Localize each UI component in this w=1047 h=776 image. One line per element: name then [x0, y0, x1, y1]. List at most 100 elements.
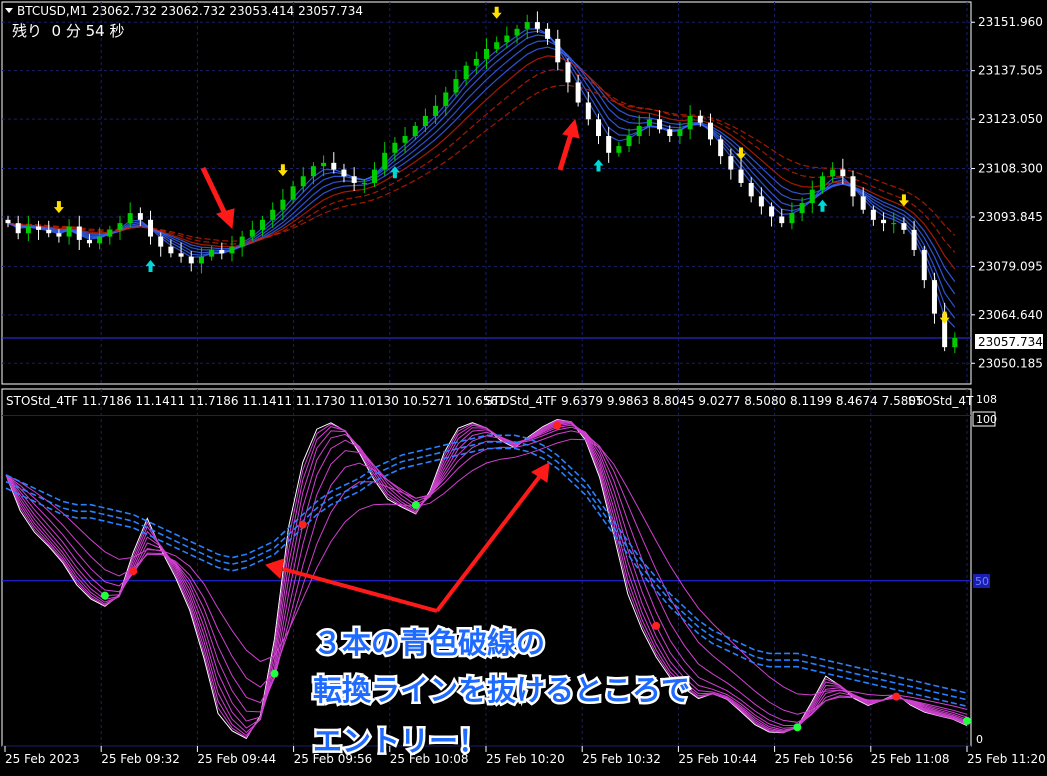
candle-body — [46, 229, 52, 234]
candle-body — [198, 256, 204, 264]
candle-body — [901, 223, 907, 230]
candle-body — [677, 129, 683, 137]
indicator-tick-0: 0 — [976, 733, 983, 746]
stoch-turn-dot — [411, 501, 420, 510]
candle-body — [545, 28, 551, 39]
candle-body — [310, 166, 316, 177]
candle-body — [667, 129, 673, 137]
price-tick-label: 23079.095 — [978, 259, 1043, 273]
candle-body — [15, 223, 21, 234]
candle-body — [239, 236, 245, 247]
candle-body — [891, 223, 897, 225]
price-tick-label: 23108.300 — [978, 162, 1043, 176]
time-tick-label: 25 Feb 11:08 — [871, 752, 950, 766]
candle-body — [728, 156, 734, 170]
price-axis: 23151.960 23137.505 23123.050 23108.300 2309… — [971, 15, 1043, 370]
candle-body — [351, 176, 357, 183]
candle-body — [585, 102, 591, 120]
stoch-turn-dot — [652, 621, 661, 630]
candle-body — [331, 162, 337, 170]
indicator-tick-108: 108 — [976, 393, 997, 406]
time-tick-label: 25 Feb 10:44 — [678, 752, 757, 766]
candle-body — [453, 79, 459, 93]
stoch-turn-dot — [100, 591, 109, 600]
price-tick-label: 23151.960 — [978, 15, 1043, 29]
candle-body — [66, 226, 72, 237]
candle-body — [646, 119, 652, 126]
indicator-legend-3: STOStd_4T — [908, 394, 974, 408]
candle-body — [616, 146, 622, 153]
candle-body — [494, 42, 500, 49]
candle-body — [921, 249, 927, 281]
candle-body — [56, 233, 62, 237]
candle-body — [107, 229, 113, 237]
stoch-turn-dot — [270, 669, 279, 678]
candle-body — [738, 169, 744, 183]
candle-body — [555, 38, 561, 63]
candle-body — [484, 48, 489, 59]
stoch-turn-dot — [892, 692, 901, 701]
candle-body — [260, 219, 266, 230]
candle-body — [697, 115, 703, 123]
candle-body — [117, 223, 123, 230]
candle-body — [473, 58, 479, 66]
candle-body — [412, 125, 418, 137]
candle-body — [97, 236, 103, 244]
indicator-axis: 108 100 50 0 — [972, 393, 997, 746]
candle-body — [249, 229, 255, 237]
candle-body — [127, 213, 133, 224]
chart-window: BTCUSD,M1 23062.732 23062.732 23053.414 … — [1, 1, 1046, 766]
ohlc-values: 23062.732 23062.732 23053.414 23057.734 — [92, 4, 363, 18]
time-tick-label: 25 Feb 09:44 — [197, 752, 276, 766]
remaining-time: 残り 0 分 54 秒 — [12, 22, 124, 40]
candle-body — [687, 115, 693, 130]
candle-body — [636, 125, 642, 137]
indicator-tick-50: 50 — [975, 575, 989, 588]
price-tick-label: 23123.050 — [978, 112, 1043, 126]
candle-body — [931, 280, 937, 314]
candle-body — [911, 229, 917, 250]
candle-body — [657, 119, 663, 130]
candle-body — [300, 176, 306, 187]
candle-body — [881, 219, 887, 224]
candle-body — [148, 219, 154, 237]
price-tick-label: 23093.845 — [978, 210, 1043, 224]
candle-body — [860, 196, 866, 210]
current-price-label: 23057.734 — [978, 335, 1043, 349]
candle-body — [188, 256, 194, 264]
candle-body — [524, 22, 530, 29]
candle-body — [25, 226, 31, 234]
candle-body — [178, 253, 184, 257]
candle-body — [840, 169, 846, 177]
candle-body — [382, 152, 388, 170]
indicator-tick-100: 100 — [976, 413, 997, 426]
candle-body — [372, 169, 378, 183]
candle-body — [626, 136, 632, 147]
candle-body — [422, 115, 428, 126]
candle-body — [565, 62, 571, 83]
candle-body — [779, 216, 785, 224]
candle-body — [514, 28, 520, 36]
candle-body — [270, 209, 276, 220]
time-tick-label: 25 Feb 10:20 — [486, 752, 565, 766]
candle-body — [769, 206, 775, 217]
candle-body — [870, 209, 876, 220]
candle-body — [575, 82, 581, 103]
candle-body — [850, 176, 856, 197]
candle-body — [5, 219, 11, 224]
annotation-line-3: エントリー！ — [313, 724, 487, 758]
annotation-line-1: ３本の青色破線の — [313, 626, 545, 660]
candle-body — [443, 92, 449, 106]
candle-body — [36, 226, 42, 230]
price-tick-label: 23050.185 — [978, 356, 1043, 370]
candle-body — [392, 142, 398, 153]
indicator-legend-2: STOStd_4TF 9.6379 9.9863 8.8045 9.0277 8… — [485, 394, 924, 408]
time-tick-label: 25 Feb 10:32 — [582, 752, 661, 766]
candle-body — [718, 139, 724, 157]
indicator-legend-1: STOStd_4TF 11.7186 11.1411 11.7186 11.14… — [6, 394, 506, 408]
candle-body — [209, 249, 215, 257]
price-tick-label: 23064.640 — [978, 308, 1043, 322]
time-tick-label: 25 Feb 11:20 — [967, 752, 1046, 766]
candle-body — [402, 136, 408, 143]
stoch-turn-dot — [793, 723, 802, 732]
